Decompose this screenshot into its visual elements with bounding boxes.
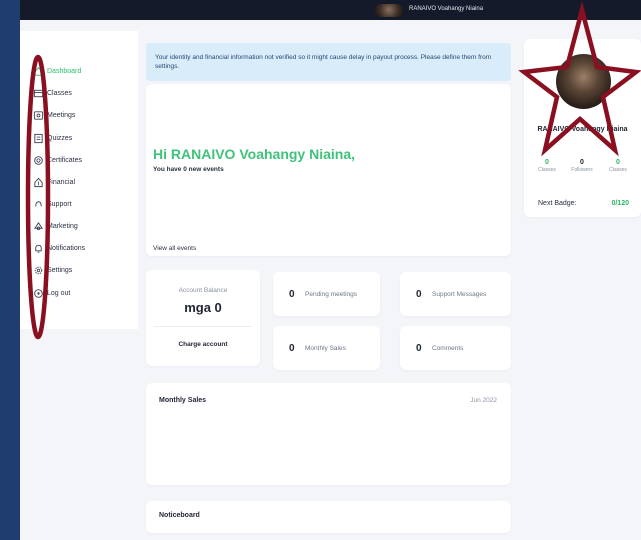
sidebar-item-settings[interactable]: Settings bbox=[33, 262, 133, 278]
stat-value: 0 bbox=[545, 159, 549, 166]
sidebar-item-meetings[interactable]: Meetings bbox=[33, 107, 133, 123]
classes-icon bbox=[33, 89, 44, 97]
profile-classes-stat: 0 Classes bbox=[530, 159, 564, 173]
monthly-sales-title: Monthly Sales bbox=[159, 397, 207, 404]
stat-label: Monthly Sales bbox=[305, 345, 346, 352]
stat-label: Classes bbox=[538, 167, 556, 173]
profile-avatar[interactable] bbox=[556, 54, 611, 109]
greeting-title: Hi RANAIVO Voahangy Niaina, bbox=[153, 146, 355, 162]
stat-label: Support Messages bbox=[432, 291, 487, 298]
sidebar-item-label: Certificates bbox=[47, 156, 83, 164]
stat-label: Pending meetings bbox=[305, 291, 358, 298]
profile-orders-stat: 0 Classes bbox=[601, 159, 635, 173]
view-all-events-link[interactable]: View all events bbox=[153, 245, 196, 252]
monthly-sales-stat[interactable]: 0 Monthly Sales bbox=[273, 326, 380, 370]
user-avatar[interactable] bbox=[375, 4, 403, 17]
bell-icon bbox=[35, 244, 42, 253]
sidebar-item-label: Dashboard bbox=[47, 67, 82, 75]
quizzes-icon bbox=[34, 133, 43, 143]
sidebar-item-label: Marketing bbox=[47, 222, 78, 230]
stat-value: 0 bbox=[289, 289, 295, 300]
stat-value: 0 bbox=[289, 343, 295, 354]
meetings-icon bbox=[33, 110, 44, 120]
profile-followers-stat: 0 Followers bbox=[565, 159, 599, 173]
support-messages-stat[interactable]: 0 Support Messages bbox=[400, 272, 511, 316]
stat-label: Comments bbox=[432, 345, 464, 352]
sidebar-item-certificates[interactable]: Certificates bbox=[33, 152, 133, 168]
comments-stat[interactable]: 0 Comments bbox=[400, 326, 511, 370]
sidebar-item-label: Support bbox=[47, 200, 72, 208]
divider bbox=[154, 326, 252, 327]
dashboard-icon bbox=[34, 66, 43, 76]
sidebar-item-label: Log out bbox=[47, 289, 71, 297]
sidebar-item-financial[interactable]: Financial bbox=[33, 174, 133, 190]
logout-icon bbox=[34, 288, 43, 298]
gear-icon bbox=[34, 266, 43, 274]
certificates-icon bbox=[34, 155, 43, 165]
top-bar-username[interactable]: RANAIVO Voahangy Niaina bbox=[409, 6, 483, 12]
sidebar-item-marketing[interactable]: Marketing bbox=[33, 218, 133, 234]
greeting-card: Hi RANAIVO Voahangy Niaina, You have 0 n… bbox=[146, 84, 511, 256]
sidebar-item-label: Settings bbox=[47, 266, 73, 274]
marketing-icon bbox=[33, 221, 44, 230]
stat-value: 0 bbox=[580, 159, 584, 166]
noticeboard-title: Noticeboard bbox=[159, 512, 200, 519]
verification-alert: Your identity and financial information … bbox=[146, 43, 511, 81]
monthly-sales-date[interactable]: Jun 2022 bbox=[470, 397, 497, 404]
profile-card: RANAIVO Voahangy Niaina 0 Classes 0 Foll… bbox=[524, 39, 641, 217]
charge-account-button[interactable]: Charge account bbox=[146, 341, 260, 348]
sidebar-item-label: Notifications bbox=[47, 244, 86, 252]
noticeboard-card: Noticeboard bbox=[146, 501, 511, 533]
monthly-sales-card: Monthly Sales Jun 2022 bbox=[146, 383, 511, 485]
support-icon bbox=[35, 200, 42, 206]
sidebar-item-label: Meetings bbox=[47, 111, 76, 119]
sidebar-item-logout[interactable]: Log out bbox=[33, 285, 133, 301]
stat-label: Followers bbox=[571, 167, 593, 173]
sidebar: Dashboard Classes Meetings Quizzes Certi… bbox=[20, 31, 138, 329]
sidebar-item-label: Financial bbox=[47, 178, 76, 186]
greeting-subtitle: You have 0 new events bbox=[153, 166, 224, 173]
balance-label: Account Balance bbox=[178, 287, 228, 294]
account-balance-card: Account Balance mga 0 Charge account bbox=[146, 270, 260, 366]
stat-value: 0 bbox=[416, 289, 422, 300]
sidebar-item-label: Classes bbox=[47, 89, 72, 97]
balance-value: mga 0 bbox=[184, 300, 222, 315]
stat-value: 0 bbox=[616, 159, 620, 166]
sidebar-item-dashboard[interactable]: Dashboard bbox=[33, 63, 133, 79]
stat-value: 0 bbox=[416, 343, 422, 354]
dashboard-page: Dashboard Classes Meetings Quizzes Certi… bbox=[20, 20, 641, 540]
sidebar-item-notifications[interactable]: Notifications bbox=[33, 240, 133, 256]
next-badge-label: Next Badge: bbox=[538, 200, 577, 207]
sidebar-item-label: Quizzes bbox=[47, 134, 73, 142]
sidebar-item-quizzes[interactable]: Quizzes bbox=[33, 130, 133, 146]
stat-label: Classes bbox=[609, 167, 627, 173]
alert-text: Your identity and financial information … bbox=[155, 54, 492, 70]
next-badge-value: 0/120 bbox=[611, 200, 629, 207]
sidebar-item-support[interactable]: Support bbox=[33, 196, 133, 212]
sidebar-item-classes[interactable]: Classes bbox=[33, 85, 133, 101]
financial-icon bbox=[34, 177, 43, 187]
pending-meetings-stat[interactable]: 0 Pending meetings bbox=[273, 272, 380, 316]
top-bar: RANAIVO Voahangy Niaina bbox=[20, 0, 641, 20]
profile-name: RANAIVO Voahangy Niaina bbox=[537, 126, 628, 133]
